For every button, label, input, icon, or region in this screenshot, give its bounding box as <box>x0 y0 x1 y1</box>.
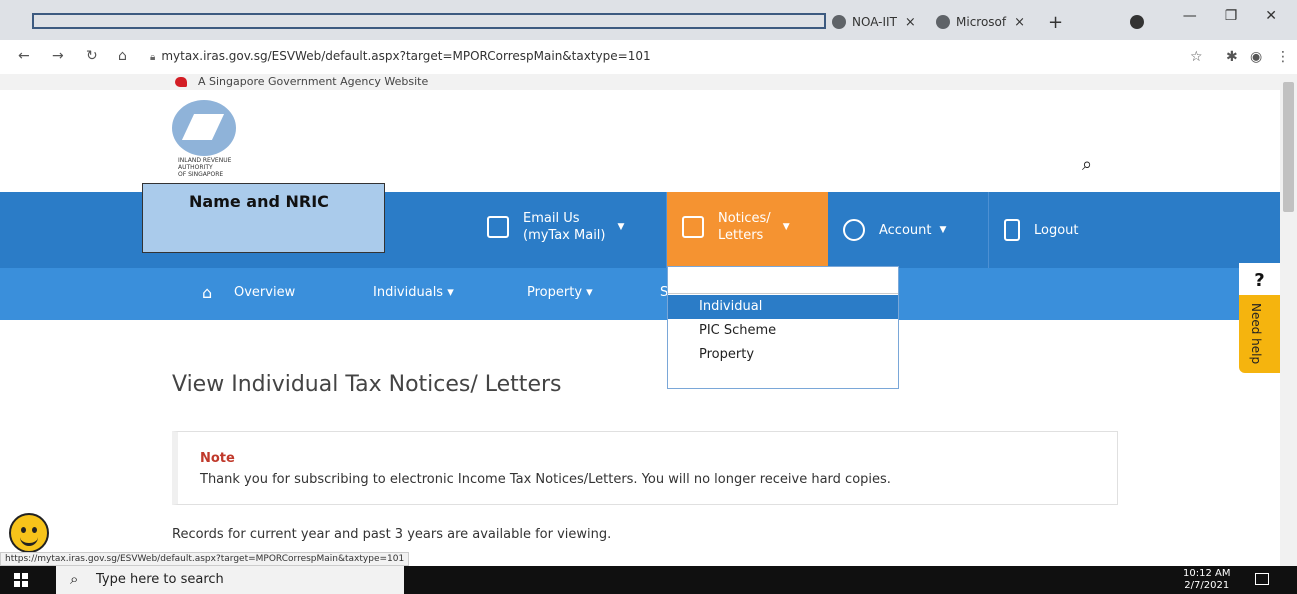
search-icon: ⌕ <box>70 570 79 588</box>
globe-icon <box>936 15 950 29</box>
reload-icon[interactable]: ↻ <box>86 48 98 64</box>
nav-logout[interactable]: Logout <box>1004 219 1079 241</box>
profile-icon[interactable] <box>1130 8 1150 36</box>
nav-notices-line1: Notices/ <box>718 211 771 226</box>
nav-email-line2: (myTax Mail) <box>523 228 606 243</box>
bookmark-star-icon[interactable]: ☆ <box>1190 49 1203 65</box>
smiley-chat-icon[interactable] <box>9 513 49 553</box>
scrollbar-thumb[interactable] <box>1283 82 1294 212</box>
sub-nav <box>0 268 1280 320</box>
nav-divider <box>988 192 989 268</box>
nav-notices-content[interactable]: Notices/ Letters ▼ <box>682 210 790 244</box>
dropdown-blank-item <box>668 267 898 294</box>
logout-icon <box>1004 219 1020 241</box>
logo-line: INLAND REVENUE <box>178 157 232 164</box>
gov-banner-text: A Singapore Government Agency Website <box>198 75 429 88</box>
url-field[interactable]: 🔒︎ mytax.iras.gov.sg/ESVWeb/default.aspx?… <box>150 49 651 63</box>
help-question-icon[interactable]: ? <box>1239 263 1280 299</box>
subnav-overview[interactable]: Overview <box>234 285 295 300</box>
minimize-button[interactable]: — <box>1183 8 1197 24</box>
forward-icon[interactable]: → <box>52 48 64 64</box>
chevron-down-icon: ▼ <box>939 225 947 235</box>
logo-line: OF SINGAPORE <box>178 171 224 178</box>
address-bar: ← → ↻ ⌂ 🔒︎ mytax.iras.gov.sg/ESVWeb/defau… <box>0 40 1297 75</box>
notices-dropdown: Individual PIC Scheme Property <box>667 266 899 389</box>
nav-email-us[interactable]: Email Us (myTax Mail) ▼ <box>487 210 624 244</box>
need-help-label: Need help <box>1249 303 1263 365</box>
tab-microsoft[interactable]: Microsof × <box>936 8 1025 36</box>
tab-close-icon[interactable]: × <box>905 15 916 30</box>
home-icon[interactable]: ⌂ <box>202 283 212 302</box>
records-text: Records for current year and past 3 year… <box>172 527 612 542</box>
tab-noa[interactable]: NOA-IIT × <box>832 8 916 36</box>
page-title: View Individual Tax Notices/ Letters <box>172 372 562 397</box>
subnav-individuals[interactable]: Individuals ▾ <box>373 285 454 300</box>
dropdown-item-individual[interactable]: Individual <box>668 295 898 319</box>
close-window-button[interactable]: ✕ <box>1265 8 1277 24</box>
lock-icon: 🔒︎ <box>150 52 156 63</box>
user-icon <box>843 219 865 241</box>
tab-label: Microsof <box>956 15 1007 29</box>
clock-time: 10:12 AM <box>1183 568 1231 579</box>
avatar[interactable]: ◉ <box>1250 49 1262 65</box>
note-box <box>172 431 1118 505</box>
menu-icon[interactable]: ⋮ <box>1276 49 1290 65</box>
nav-account-label: Account <box>879 222 932 238</box>
chevron-down-icon: ▼ <box>782 222 790 232</box>
extensions-icon[interactable]: ✱ <box>1226 49 1238 65</box>
windows-start-icon[interactable] <box>14 573 28 587</box>
notifications-icon[interactable] <box>1255 573 1269 585</box>
home-icon[interactable]: ⌂ <box>118 48 127 64</box>
chevron-down-icon: ▼ <box>617 222 625 232</box>
clock-date: 2/7/2021 <box>1184 580 1230 591</box>
note-text: Thank you for subscribing to electronic … <box>200 472 891 487</box>
maximize-button[interactable]: ❐ <box>1225 8 1238 24</box>
gov-banner: A Singapore Government Agency Website <box>0 74 1280 90</box>
note-label: Note <box>200 451 235 466</box>
nav-email-line1: Email Us <box>523 211 580 226</box>
nav-notices-line2: Letters <box>718 228 764 243</box>
tab-label: NOA-IIT <box>852 15 897 29</box>
need-help-tab[interactable]: Need help <box>1239 295 1280 373</box>
taskbar-search-box[interactable]: ⌕ Type here to search <box>56 566 404 594</box>
subnav-property[interactable]: Property ▾ <box>527 285 593 300</box>
logo-line: AUTHORITY <box>178 164 213 171</box>
name-nric-redaction: Name and NRIC <box>142 183 385 253</box>
mail-icon <box>487 216 509 238</box>
search-icon[interactable]: ⌕ <box>1082 154 1100 175</box>
tab-close-icon[interactable]: × <box>1014 15 1025 30</box>
url-text: mytax.iras.gov.sg/ESVWeb/default.aspx?ta… <box>161 49 651 63</box>
status-url: https://mytax.iras.gov.sg/ESVWeb/default… <box>0 552 410 566</box>
document-icon <box>682 216 704 238</box>
taskbar-clock[interactable]: 10:12 AM 2/7/2021 <box>1183 568 1230 592</box>
back-icon[interactable]: ← <box>18 48 30 64</box>
iras-logo-text: INLAND REVENUE AUTHORITY OF SINGAPORE <box>178 157 268 178</box>
lion-head-icon <box>175 77 187 87</box>
iras-logo[interactable] <box>172 100 236 156</box>
dropdown-item-property[interactable]: Property <box>668 343 898 367</box>
nav-account[interactable]: Account ▼ <box>843 219 946 241</box>
dropdown-item-pic-scheme[interactable]: PIC Scheme <box>668 319 898 343</box>
new-tab-button[interactable]: + <box>1048 8 1063 36</box>
redaction-label: Name and NRIC <box>189 192 329 211</box>
nav-logout-label: Logout <box>1034 222 1079 238</box>
browser-tab-strip: NOA-IIT × Microsof × + — ❐ ✕ <box>0 0 1297 40</box>
globe-icon <box>832 15 846 29</box>
redacted-tabs <box>32 13 826 29</box>
window-controls: — ❐ ✕ <box>1183 8 1297 24</box>
taskbar-search-placeholder: Type here to search <box>96 572 224 587</box>
